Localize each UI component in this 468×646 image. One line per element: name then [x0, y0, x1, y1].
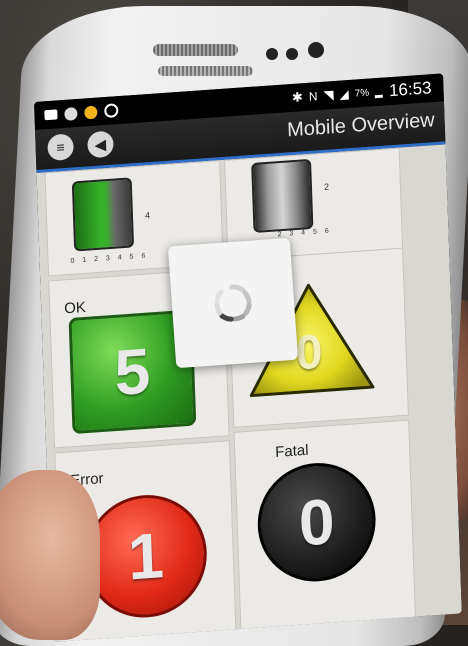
hand-left	[0, 470, 100, 640]
block-icon	[104, 103, 119, 119]
front-camera	[266, 48, 278, 60]
warning-count: 0	[294, 325, 324, 381]
ok-count: 5	[113, 334, 152, 410]
error-indicator: 1	[82, 491, 209, 622]
earpiece-speaker	[153, 44, 238, 56]
gauge-2	[251, 158, 314, 234]
gauge-2-value-label: 2	[323, 181, 330, 192]
nfc-icon: N	[308, 89, 318, 104]
status-left-icons	[44, 103, 119, 122]
loading-spinner-icon	[214, 284, 252, 322]
signal-icon: ◢	[339, 87, 349, 102]
menu-icon[interactable]: ≡	[47, 133, 75, 162]
fatal-indicator: 0	[255, 459, 378, 586]
error-count: 1	[126, 519, 165, 594]
speaker-grille	[158, 66, 253, 76]
battery-icon	[375, 94, 384, 98]
fatal-count: 0	[297, 485, 336, 560]
gmail-icon	[44, 109, 58, 121]
ok-title: OK	[63, 298, 87, 318]
gauge-1-ticks: 0 1 2 3 4 5 6	[70, 252, 149, 265]
back-icon[interactable]: ◀	[87, 130, 114, 159]
clock: 16:53	[388, 78, 432, 101]
bluetooth-icon: ✱	[291, 89, 304, 105]
gauge-1-value-label: 4	[144, 210, 151, 221]
page-title: Mobile Overview	[286, 109, 436, 142]
battery-percent: 7%	[354, 87, 370, 100]
loading-dialog	[167, 237, 299, 369]
weather-icon	[84, 105, 98, 120]
proximity-sensor	[308, 42, 324, 58]
fatal-tile[interactable]: Fatal 0	[233, 419, 417, 632]
fatal-title: Fatal	[274, 441, 309, 462]
wifi-icon: ◥	[323, 87, 334, 103]
dashboard-grid: 4 0 1 2 3 4 5 6 2 2 3 4 5 6 OK 5 ing	[36, 144, 462, 643]
gauge-1	[71, 177, 135, 252]
sensor	[286, 48, 298, 60]
notification-icon	[64, 106, 78, 121]
